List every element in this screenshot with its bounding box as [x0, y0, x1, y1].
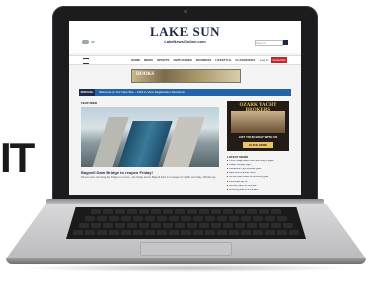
list-item[interactable]: Osage Tuesday Night — [227, 164, 291, 167]
bullet-icon — [227, 188, 228, 190]
weather-temp: 49° — [90, 40, 96, 44]
weather-widget: 49° — [82, 40, 96, 45]
list-item-label: Osage Tuesday Night — [229, 164, 252, 167]
list-item-label: Local sales tax up — [229, 180, 248, 183]
sidebar-ad-button[interactable]: CLICK HERE — [243, 142, 273, 148]
search-input[interactable]: Search — [255, 40, 283, 46]
list-item-label: Upcoming events at the lake — [229, 188, 258, 191]
site-header: LAKE SUN LakeNewsOnline.com 49° Search — [69, 21, 301, 53]
key-row — [66, 223, 306, 229]
key-row — [66, 209, 306, 215]
latest-news-list: Three Osage Beach men face drug charges … — [227, 160, 291, 193]
laptop-screen: LAKE SUN LakeNewsOnline.com 49° Search H… — [69, 21, 301, 195]
list-item[interactable]: Camdenton High receives grant — [227, 168, 291, 171]
site-logo[interactable]: LAKE SUN — [69, 24, 301, 40]
list-item-label: Camdenton High receives grant — [229, 168, 262, 171]
bullet-icon — [227, 172, 228, 174]
nav-items: HOME NEWS SPORTS OBITUARIES BUSINESS LIF… — [131, 57, 255, 63]
menu-icon[interactable] — [83, 58, 89, 64]
featured-image[interactable] — [81, 107, 219, 167]
nav-item-business[interactable]: BUSINESS — [196, 57, 211, 63]
search-icon[interactable] — [283, 40, 288, 45]
list-item[interactable]: Schools ready for new year — [227, 184, 291, 188]
keyboard[interactable] — [66, 207, 306, 239]
key-row — [66, 216, 306, 222]
list-item[interactable]: Lake Area Chamber event — [227, 172, 291, 175]
special-tag: SPECIAL — [79, 89, 95, 96]
background-lettering: IT — [0, 136, 35, 180]
list-item[interactable]: Three Osage Beach men face drug charges — [227, 160, 291, 163]
sidebar-ad-tagline: LIST YOUR BOAT WITH US — [238, 135, 278, 139]
nav-item-classifieds[interactable]: CLASSIFIEDS — [235, 57, 255, 63]
login-link[interactable]: Log In — [259, 57, 269, 63]
list-item[interactable]: Local sales tax up — [227, 180, 291, 184]
featured-label: FEATURED — [81, 101, 98, 105]
bullet-icon — [227, 168, 228, 170]
bullet-icon — [227, 176, 228, 178]
account-links: Log In Subscribe — [259, 57, 287, 63]
bullet-icon — [227, 164, 228, 166]
sidebar-ad-photo — [231, 111, 285, 133]
list-item-label: School board meets for upcoming year — [229, 176, 269, 179]
list-item-label: Three Osage Beach men face drug charges — [229, 160, 274, 163]
list-item[interactable]: Upcoming events at the lake — [227, 188, 291, 192]
nav-item-lifestyle[interactable]: LIFESTYLE — [215, 57, 231, 63]
nav-item-home[interactable]: HOME — [131, 57, 140, 63]
ad-banner[interactable]: HOOKS — [131, 69, 241, 83]
list-item[interactable]: School board meets for upcoming year — [227, 176, 291, 179]
list-item-label: Lake Area Chamber event — [229, 172, 256, 175]
main-nav: HOME NEWS SPORTS OBITUARIES BUSINESS LIF… — [69, 55, 301, 65]
featured-description: Drivers soon can bring the bridge to a c… — [81, 176, 217, 179]
cloud-icon — [82, 40, 89, 45]
nav-item-obituaries[interactable]: OBITUARIES — [173, 57, 192, 63]
bullet-icon — [227, 180, 228, 182]
camera-icon — [184, 10, 187, 13]
special-text: Welcome to Our New Site – Click to View … — [99, 90, 185, 94]
trackpad[interactable] — [140, 242, 232, 256]
ad-banner-text: HOOKS — [136, 72, 155, 77]
sidebar-ad[interactable]: OZARK YACHT BROKERS LIST YOUR BOAT WITH … — [227, 101, 289, 151]
subscribe-button[interactable]: Subscribe — [271, 57, 287, 63]
bullet-icon — [227, 160, 228, 161]
featured-headline[interactable]: Bagnell Dam Bridge to reopen Friday! — [81, 170, 153, 175]
special-announcement[interactable]: SPECIAL Welcome to Our New Site – Click … — [79, 89, 291, 96]
bullet-icon — [227, 184, 228, 186]
nav-item-sports[interactable]: SPORTS — [157, 57, 169, 63]
key-row — [66, 230, 306, 236]
nav-item-news[interactable]: NEWS — [144, 57, 153, 63]
list-item-label: Schools ready for new year — [229, 184, 257, 187]
laptop-lid: LAKE SUN LakeNewsOnline.com 49° Search H… — [52, 6, 318, 202]
latest-news-label: LATEST NEWS — [227, 155, 249, 159]
laptop-shadow — [20, 264, 352, 272]
